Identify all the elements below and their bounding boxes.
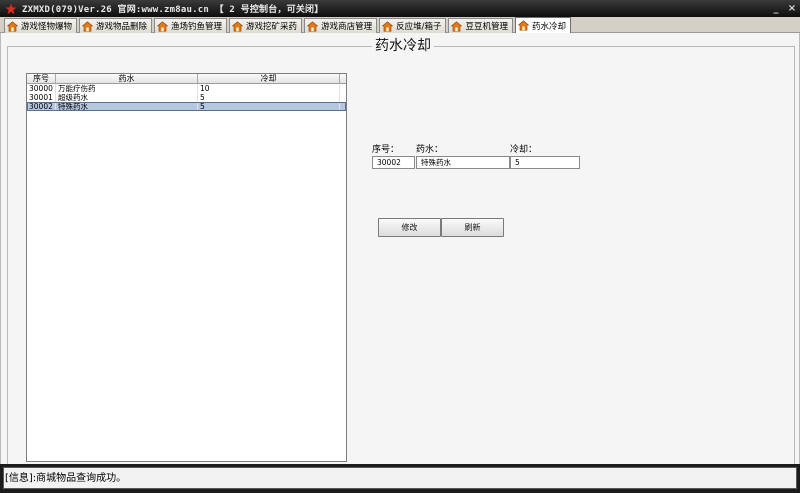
- tab-label: 药水冷却: [531, 21, 566, 32]
- tab-content: 药水冷却 序号 药水 冷却 30000 万能疗伤药 10 30001 超级药水 …: [0, 33, 800, 465]
- cooldown-label: 冷却：: [510, 145, 538, 155]
- tab-label: 游戏挖矿采药: [246, 22, 298, 32]
- tab-mining-herbs[interactable]: 游戏挖矿采药: [229, 18, 303, 33]
- column-header-cooldown[interactable]: 冷却: [198, 74, 340, 84]
- tab-label: 游戏商店管理: [321, 22, 373, 32]
- table-row-selected[interactable]: 30002 特殊药水 5: [27, 102, 346, 111]
- cell-potion: 万能疗伤药: [56, 84, 198, 93]
- potion-name-field[interactable]: 特殊药水: [416, 156, 510, 169]
- house-icon: [382, 20, 394, 31]
- house-icon: [517, 20, 529, 31]
- id-label: 序号：: [372, 145, 400, 155]
- house-icon: [157, 20, 169, 31]
- house-icon: [7, 20, 18, 31]
- cooldown-field[interactable]: 5: [510, 156, 580, 169]
- tab-label: 游戏怪物爆物: [21, 22, 73, 32]
- house-icon: [232, 20, 244, 31]
- cell-id: 30000: [27, 84, 56, 93]
- group-title: 药水冷却: [372, 38, 434, 54]
- tab-reactor-box[interactable]: 反应堆/箱子: [379, 18, 447, 33]
- house-icon: [307, 20, 319, 31]
- potion-cooldown-group: 药水冷却 序号 药水 冷却 30000 万能疗伤药 10 30001 超级药水 …: [7, 38, 795, 465]
- minimize-button[interactable]: _: [768, 2, 784, 16]
- star-logo-icon: [5, 3, 17, 15]
- close-button[interactable]: ×: [784, 2, 800, 16]
- cell-potion: 超级药水: [56, 93, 198, 102]
- cell-cooldown: 10: [198, 84, 340, 93]
- status-message: [信息]:商城物品查询成功。: [3, 467, 797, 489]
- tab-monster-drops[interactable]: 游戏怪物爆物: [4, 18, 78, 33]
- title-bar: ZXMXD(079)Ver.26 官网:www.zm8au.cn 【 2 号控制…: [0, 0, 800, 17]
- column-header-id[interactable]: 序号: [27, 74, 56, 84]
- tab-fishing[interactable]: 渔场钓鱼管理: [154, 18, 228, 33]
- cell-potion: 特殊药水: [56, 102, 198, 111]
- cell-id: 30001: [27, 93, 56, 102]
- potion-table[interactable]: 序号 药水 冷却 30000 万能疗伤药 10 30001 超级药水 5 300…: [26, 73, 347, 462]
- cell-cooldown: 5: [198, 102, 340, 111]
- status-bar: [信息]:商城物品查询成功。: [0, 464, 800, 493]
- tab-label: 游戏物品删除: [96, 22, 148, 32]
- window-title: ZXMXD(079)Ver.26 官网:www.zm8au.cn 【 2 号控制…: [22, 5, 324, 15]
- house-icon: [451, 20, 463, 31]
- tab-pachinko[interactable]: 豆豆机管理: [448, 18, 513, 33]
- modify-button[interactable]: 修改: [378, 218, 441, 237]
- tab-label: 渔场钓鱼管理: [171, 22, 223, 32]
- tab-potion-cooldown[interactable]: 药水冷却: [514, 17, 571, 33]
- table-header: 序号 药水 冷却: [27, 74, 346, 84]
- tab-bar: 游戏怪物爆物 游戏物品删除 渔场钓鱼管理 游戏挖矿采药 游戏商店管理 反应堆/箱…: [0, 17, 800, 33]
- potion-label: 药水：: [416, 145, 444, 155]
- cell-cooldown: 5: [198, 93, 340, 102]
- id-field[interactable]: 30002: [372, 156, 415, 169]
- tab-shop[interactable]: 游戏商店管理: [304, 18, 378, 33]
- cell-id: 30002: [27, 102, 56, 111]
- refresh-button[interactable]: 刷新: [441, 218, 504, 237]
- house-icon: [82, 20, 94, 31]
- tab-item-delete[interactable]: 游戏物品删除: [79, 18, 153, 33]
- tab-label: 豆豆机管理: [465, 22, 508, 32]
- tab-label: 反应堆/箱子: [396, 22, 442, 32]
- table-row[interactable]: 30000 万能疗伤药 10: [27, 84, 346, 93]
- column-header-potion[interactable]: 药水: [56, 74, 198, 84]
- table-row[interactable]: 30001 超级药水 5: [27, 93, 346, 102]
